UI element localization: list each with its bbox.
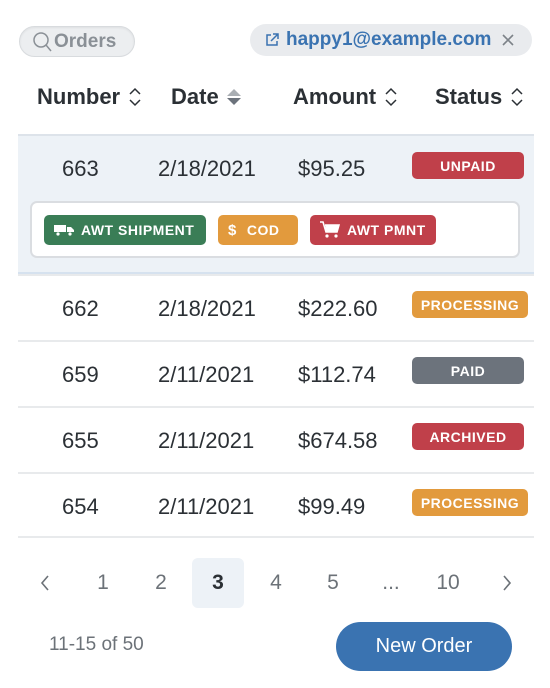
tag-cod: $ COD (218, 215, 298, 245)
page-button-4[interactable]: 4 (250, 558, 302, 608)
page-button-1[interactable]: 1 (77, 558, 129, 608)
results-range: 11-15 of 50 (49, 634, 144, 655)
chevron-right-icon (503, 575, 512, 591)
table-row[interactable]: 662 2/18/2021 $222.60 PROCESSING (18, 274, 534, 340)
column-header-status[interactable]: Status (435, 84, 524, 110)
order-amount: $222.60 (298, 296, 378, 321)
page-button-5[interactable]: 5 (307, 558, 359, 608)
column-header-amount[interactable]: Amount (293, 84, 398, 110)
order-date: 2/11/2021 (158, 494, 255, 519)
search-chip[interactable]: Orders (19, 26, 135, 57)
page-button-10[interactable]: 10 (422, 558, 474, 608)
page-ellipsis: ... (382, 571, 400, 594)
table-row[interactable]: 659 2/11/2021 $112.74 PAID (18, 340, 534, 406)
external-link-icon (266, 33, 279, 46)
sort-icon (385, 87, 397, 107)
order-amount: $95.25 (298, 156, 366, 181)
order-date: 2/11/2021 (158, 362, 255, 387)
status-badge: UNPAID (412, 152, 524, 179)
search-icon (33, 31, 52, 51)
sort-icon (129, 87, 141, 107)
order-date: 2/18/2021 (158, 156, 256, 181)
pagination: 1 2 3 4 5 ... 10 (0, 558, 550, 608)
column-header-date[interactable]: Date (171, 84, 241, 110)
sort-icon (511, 87, 523, 107)
cart-icon (320, 221, 340, 238)
status-badge: PROCESSING (412, 489, 528, 516)
next-page-button[interactable] (481, 558, 533, 608)
close-icon[interactable] (501, 33, 515, 47)
order-tags-panel: AWT SHIPMENT $ COD AWT PMNT (30, 201, 520, 258)
page-button-2[interactable]: 2 (135, 558, 187, 608)
status-badge: PROCESSING (412, 291, 528, 318)
order-number: 654 (62, 494, 99, 519)
table-row[interactable]: 654 2/11/2021 $99.49 PROCESSING (18, 472, 534, 538)
tag-awaiting-payment: AWT PMNT (310, 215, 436, 245)
user-filter-chip[interactable]: happy1@example.com (250, 24, 532, 56)
new-order-button[interactable]: New Order (336, 622, 512, 671)
table-row[interactable]: 663 2/18/2021 $95.25 UNPAID AWT SHIPMENT… (18, 134, 534, 274)
order-number: 655 (62, 428, 99, 453)
chevron-left-icon (40, 575, 49, 591)
order-number: 662 (62, 296, 99, 321)
order-number: 663 (62, 156, 99, 181)
dollar-icon: $ (228, 221, 237, 239)
status-badge: PAID (412, 357, 524, 384)
status-badge: ARCHIVED (412, 423, 524, 450)
table-header: Number Date Amount Status (0, 84, 550, 120)
column-header-number[interactable]: Number (37, 84, 142, 110)
truck-icon (54, 225, 74, 236)
page-button-3-current[interactable]: 3 (192, 558, 244, 608)
tag-awaiting-shipment: AWT SHIPMENT (44, 215, 206, 245)
order-date: 2/11/2021 (158, 428, 255, 453)
order-amount: $674.58 (298, 428, 378, 453)
order-amount: $99.49 (298, 494, 366, 519)
order-amount: $112.74 (298, 362, 376, 387)
prev-page-button[interactable] (19, 558, 71, 608)
table-row[interactable]: 655 2/11/2021 $674.58 ARCHIVED (18, 406, 534, 472)
user-email-link[interactable]: happy1@example.com (286, 29, 491, 51)
search-chip-label: Orders (54, 30, 117, 52)
order-number: 659 (62, 362, 99, 387)
order-date: 2/18/2021 (158, 296, 256, 321)
sort-active-icon (226, 89, 241, 105)
